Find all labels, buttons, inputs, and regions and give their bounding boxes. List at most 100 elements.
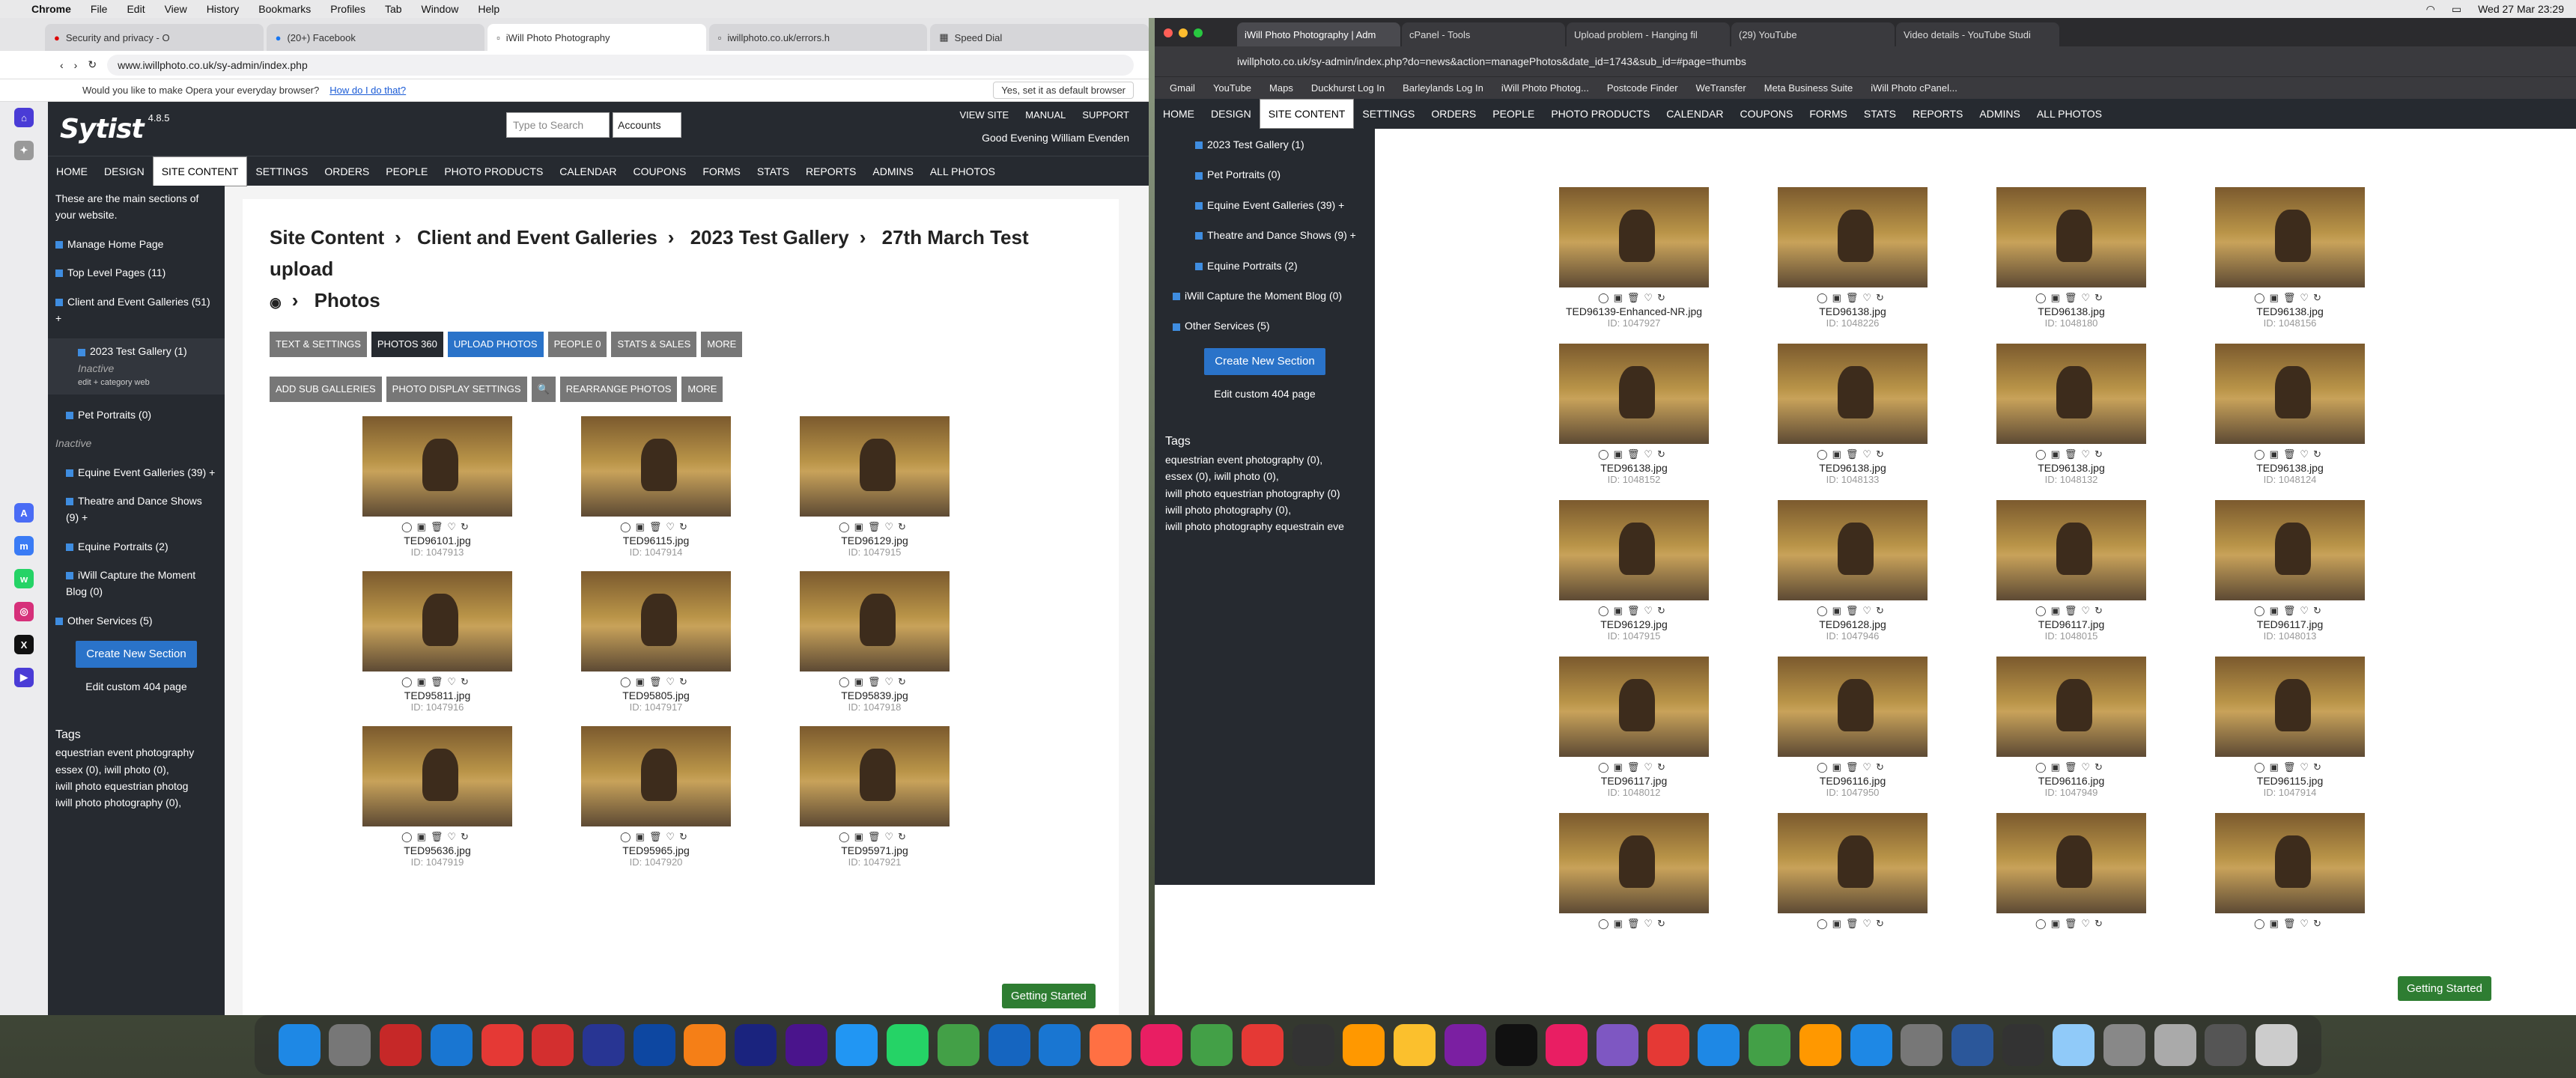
dock-app-icon[interactable]	[2255, 1024, 2298, 1066]
photo-controls[interactable]: ◯▣🗑♡↻	[581, 831, 731, 843]
nav-all-photos[interactable]: ALL PHOTOS	[922, 156, 1003, 186]
upload-photos-button[interactable]: UPLOAD PHOTOS	[447, 332, 544, 357]
bookmark[interactable]: Barleylands Log In	[1403, 82, 1483, 94]
tag[interactable]: iwill photo photography equestrain eve	[1165, 518, 1364, 535]
sidebar-item-top-level[interactable]: Top Level Pages (11)	[55, 264, 217, 281]
tag[interactable]: essex (0), iwill photo (0),	[55, 761, 217, 778]
dock-app-icon[interactable]	[1749, 1024, 1791, 1066]
photo-controls[interactable]: ◯▣🗑♡↻	[1996, 918, 2146, 930]
photo-controls[interactable]: ◯▣🗑♡↻	[1559, 448, 1709, 460]
photo-thumbnail[interactable]	[1778, 187, 1928, 287]
photo-card[interactable]: ◯▣🗑♡↻ TED96116.jpg ID: 1047949	[1996, 657, 2146, 798]
photo-card[interactable]: ◯▣🗑♡↻ TED95805.jpg ID: 1047917	[581, 571, 731, 713]
photo-thumbnail[interactable]	[800, 416, 950, 517]
photo-card[interactable]: ◯▣🗑♡↻	[2215, 813, 2365, 931]
photo-card[interactable]: ◯▣🗑♡↻ TED96138.jpg ID: 1048133	[1778, 344, 1928, 485]
photo-thumbnail[interactable]	[581, 416, 731, 517]
photo-controls[interactable]: ◯▣🗑♡↻	[2215, 761, 2365, 773]
bookmark[interactable]: Gmail	[1170, 82, 1195, 94]
dock-app-icon[interactable]	[1394, 1024, 1436, 1066]
dock-app-icon[interactable]	[1698, 1024, 1740, 1066]
tab-iwill[interactable]: ▫ iWill Photo Photography	[487, 24, 706, 51]
nav-settings[interactable]: SETTINGS	[247, 156, 316, 186]
photo-card[interactable]: ◯▣🗑♡↻ TED95636.jpg ID: 1047919	[362, 726, 512, 868]
nav-design[interactable]: DESIGN	[96, 156, 153, 186]
dock-app-icon[interactable]	[532, 1024, 574, 1066]
dock-app-icon[interactable]	[1444, 1024, 1486, 1066]
photo-controls[interactable]: ◯▣🗑♡↻	[2215, 605, 2365, 617]
search-button[interactable]: 🔍	[531, 377, 556, 402]
photo-card[interactable]: ◯▣🗑♡↻ TED96116.jpg ID: 1047950	[1778, 657, 1928, 798]
nav-photo-products[interactable]: PHOTO PRODUCTS	[436, 156, 551, 186]
rearrange-photos-button[interactable]: REARRANGE PHOTOS	[559, 377, 678, 402]
photo-controls[interactable]: ◯▣🗑♡↻	[800, 521, 950, 533]
sidebar-item-theatre[interactable]: Theatre and Dance Shows (9) +	[1195, 227, 1364, 243]
add-sub-galleries-button[interactable]: ADD SUB GALLERIES	[270, 377, 382, 402]
photo-card[interactable]: ◯▣🗑♡↻ TED96115.jpg ID: 1047914	[581, 416, 731, 558]
stats-sales-button[interactable]: STATS & SALES	[611, 332, 697, 357]
support-link[interactable]: SUPPORT	[1082, 109, 1129, 121]
dock-app-icon[interactable]	[1951, 1024, 1993, 1066]
tab-yt-studio[interactable]: Video details - YouTube Studi	[1896, 22, 2059, 46]
dock-app-icon[interactable]	[1242, 1024, 1284, 1066]
photo-card[interactable]: ◯▣🗑♡↻ TED96138.jpg ID: 1048124	[2215, 344, 2365, 485]
photo-card[interactable]: ◯▣🗑♡↻ TED96128.jpg ID: 1047946	[1778, 500, 1928, 642]
photo-controls[interactable]: ◯▣🗑♡↻	[362, 831, 512, 843]
bookmark[interactable]: Meta Business Suite	[1764, 82, 1853, 94]
clock[interactable]: Wed 27 Mar 23:29	[2478, 3, 2564, 15]
dock-app-icon[interactable]	[1596, 1024, 1638, 1066]
dock-app-icon[interactable]	[2053, 1024, 2095, 1066]
dock-app-icon[interactable]	[2154, 1024, 2196, 1066]
photo-card[interactable]: ◯▣🗑♡↻ TED95971.jpg ID: 1047921	[800, 726, 950, 868]
dock-app-icon[interactable]	[1343, 1024, 1385, 1066]
photo-display-settings-button[interactable]: PHOTO DISPLAY SETTINGS	[386, 377, 527, 402]
whatsapp-icon[interactable]: w	[14, 569, 34, 588]
url-field[interactable]: iwillphoto.co.uk/sy-admin/index.php?do=n…	[1237, 55, 1746, 67]
sidebar-item-equine-events[interactable]: Equine Event Galleries (39) +	[1195, 197, 1364, 213]
people-button[interactable]: PEOPLE 0	[547, 332, 607, 357]
dock-app-icon[interactable]	[684, 1024, 726, 1066]
search-input[interactable]: Type to Search	[506, 112, 610, 138]
instagram-icon[interactable]: ◎	[14, 602, 34, 621]
sidebar-item-blog[interactable]: iWill Capture the Moment Blog (0)	[1173, 287, 1364, 304]
photo-card[interactable]: ◯▣🗑♡↻ TED96117.jpg ID: 1048013	[2215, 500, 2365, 642]
sidebar-item-test-gallery[interactable]: 2023 Test Gallery (1)	[78, 343, 217, 359]
sytist-logo[interactable]: Sytist	[60, 114, 145, 144]
photo-controls[interactable]: ◯▣🗑♡↻	[800, 831, 950, 843]
tab-iwill-admin[interactable]: iWill Photo Photography | Adm	[1237, 22, 1400, 46]
nav-people[interactable]: PEOPLE	[377, 156, 436, 186]
dock-app-icon[interactable]	[988, 1024, 1030, 1066]
workspace-icon[interactable]: ⌂	[14, 108, 34, 127]
x-icon[interactable]: X	[14, 635, 34, 654]
dock-app-icon[interactable]	[937, 1024, 979, 1066]
menu-tab[interactable]: Tab	[385, 3, 402, 15]
photo-thumbnail[interactable]	[362, 416, 512, 517]
crumb-test-gallery[interactable]: 2023 Test Gallery	[690, 226, 849, 249]
sidebar-item-pet[interactable]: Pet Portraits (0)	[66, 406, 217, 423]
photo-thumbnail[interactable]	[1559, 657, 1709, 757]
url-field[interactable]: www.iwillphoto.co.uk/sy-admin/index.php	[107, 54, 1134, 76]
photo-controls[interactable]: ◯▣🗑♡↻	[2215, 448, 2365, 460]
tag[interactable]: iwill photo equestrian photography (0)	[1165, 485, 1364, 502]
photo-card[interactable]: ◯▣🗑♡↻ TED96138.jpg ID: 1048132	[1996, 344, 2146, 485]
photo-card[interactable]: ◯▣🗑♡↻ TED96129.jpg ID: 1047915	[800, 416, 950, 558]
photo-thumbnail[interactable]	[1996, 500, 2146, 600]
bookmark[interactable]: Maps	[1269, 82, 1293, 94]
nav-design[interactable]: DESIGN	[1203, 99, 1260, 129]
photo-thumbnail[interactable]	[1996, 187, 2146, 287]
sidebar-item-equine-portraits[interactable]: Equine Portraits (2)	[66, 538, 217, 555]
dock-app-icon[interactable]	[735, 1024, 777, 1066]
dock-app-icon[interactable]	[1191, 1024, 1233, 1066]
photo-card[interactable]: ◯▣🗑♡↻ TED95965.jpg ID: 1047920	[581, 726, 731, 868]
tab-youtube[interactable]: (29) YouTube	[1731, 22, 1895, 46]
nav-people[interactable]: PEOPLE	[1484, 99, 1543, 129]
photo-card[interactable]: ◯▣🗑♡↻ TED96117.jpg ID: 1048015	[1996, 500, 2146, 642]
photo-thumbnail[interactable]	[2215, 500, 2365, 600]
dock-app-icon[interactable]	[1089, 1024, 1131, 1066]
photo-thumbnail[interactable]	[581, 571, 731, 672]
photo-controls[interactable]: ◯▣🗑♡↻	[362, 676, 512, 688]
dock-app-icon[interactable]	[430, 1024, 473, 1066]
photo-thumbnail[interactable]	[1996, 344, 2146, 444]
nav-reports[interactable]: REPORTS	[798, 156, 864, 186]
dock-app-icon[interactable]	[2002, 1024, 2044, 1066]
